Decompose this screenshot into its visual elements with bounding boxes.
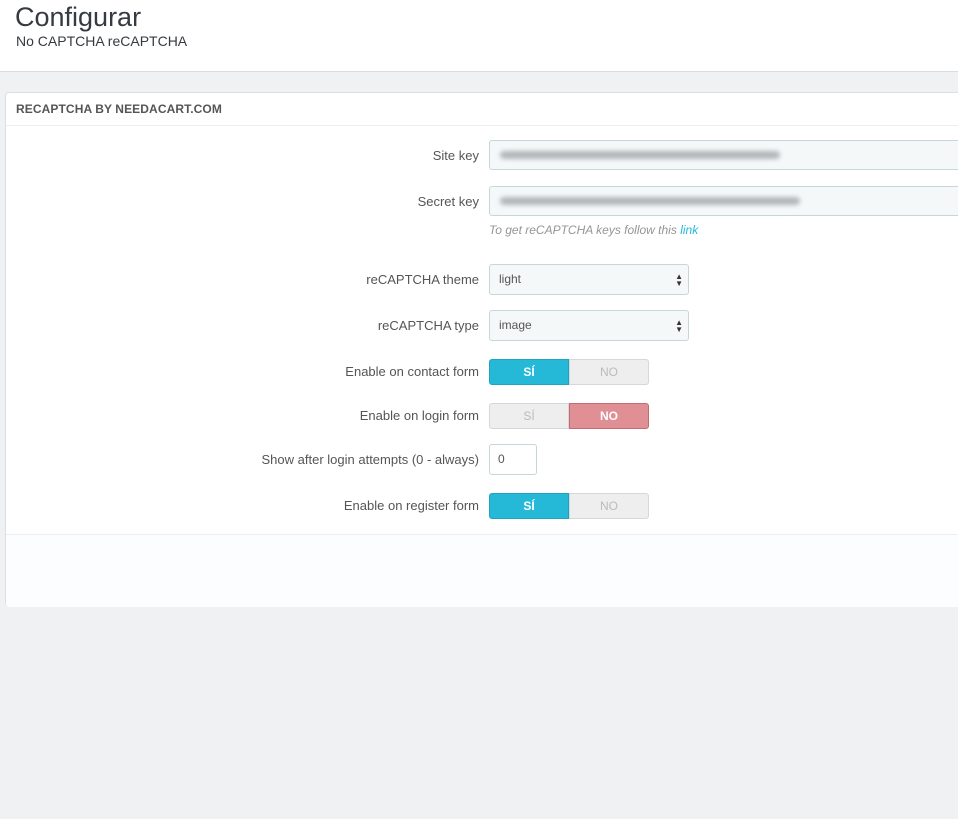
site-key-label: Site key bbox=[432, 148, 479, 163]
site-key-input[interactable] bbox=[489, 140, 958, 170]
secret-key-label: Secret key bbox=[417, 194, 479, 209]
theme-select[interactable]: light ▲ ▼ bbox=[489, 264, 689, 295]
page-title: Configurar bbox=[15, 2, 142, 32]
panel-footer bbox=[6, 534, 958, 607]
login-attempts-input[interactable]: 0 bbox=[489, 444, 537, 475]
register-form-yes[interactable]: SÍ bbox=[489, 493, 569, 519]
secret-key-input[interactable] bbox=[489, 186, 958, 216]
keys-link[interactable]: link bbox=[680, 223, 698, 237]
type-label: reCAPTCHA type bbox=[377, 318, 479, 333]
contact-form-no[interactable]: NO bbox=[569, 359, 649, 385]
type-select[interactable]: image ▲ ▼ bbox=[489, 310, 689, 341]
theme-label: reCAPTCHA theme bbox=[366, 272, 479, 287]
contact-form-label: Enable on contact form bbox=[345, 364, 479, 379]
help-text: To get reCAPTCHA keys follow this link bbox=[489, 223, 698, 237]
theme-select-value: light bbox=[499, 272, 522, 286]
select-arrows-icon: ▲ ▼ bbox=[675, 271, 683, 288]
help-text-label: To get reCAPTCHA keys follow this bbox=[489, 223, 681, 237]
site-key-redacted bbox=[500, 151, 780, 159]
type-select-value: image bbox=[499, 318, 532, 332]
register-form-label: Enable on register form bbox=[343, 498, 479, 513]
login-form-yes[interactable]: SÍ bbox=[489, 403, 569, 429]
register-form-no[interactable]: NO bbox=[569, 493, 649, 519]
login-form-switch: SÍ NO bbox=[489, 403, 649, 429]
select-arrows-icon: ▲ ▼ bbox=[675, 317, 683, 334]
login-form-label: Enable on login form bbox=[359, 408, 479, 423]
page-subtitle: No CAPTCHA reCAPTCHA bbox=[16, 33, 188, 49]
register-form-switch: SÍ NO bbox=[489, 493, 649, 519]
page-header: Configurar No CAPTCHA reCAPTCHA bbox=[0, 0, 958, 72]
panel-heading: RECAPTCHA BY NEEDACART.COM bbox=[6, 93, 958, 126]
contact-form-yes[interactable]: SÍ bbox=[489, 359, 569, 385]
login-attempts-label: Show after login attempts (0 - always) bbox=[261, 452, 479, 467]
panel-heading-title: RECAPTCHA BY NEEDACART.COM bbox=[16, 102, 222, 116]
login-form-no[interactable]: NO bbox=[569, 403, 649, 429]
secret-key-redacted bbox=[500, 197, 800, 205]
contact-form-switch: SÍ NO bbox=[489, 359, 649, 385]
